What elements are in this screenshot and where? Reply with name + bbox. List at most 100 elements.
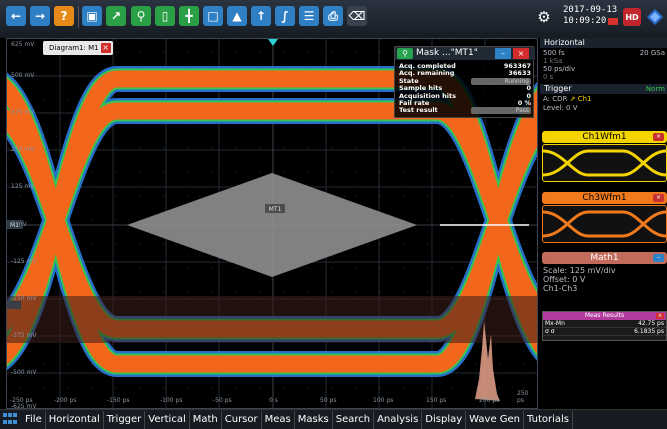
open-folder-icon[interactable]: ▣ (82, 6, 102, 26)
sample-rate-value: 20 GSa (639, 49, 665, 57)
meas-results-title: Meas Results × (543, 312, 666, 320)
ch3-waveform-label: Ch3Wfm1 (582, 193, 627, 203)
trigger-source-label: A: CDR (543, 95, 568, 103)
meas-row-value: 6.1835 ps (634, 328, 664, 335)
print-icon[interactable]: ⎙ (323, 6, 343, 26)
trigger-level: Level: 0 V (543, 104, 578, 112)
autoscale-icon[interactable]: ↗ (106, 6, 126, 26)
ch1-waveform-label: Ch1Wfm1 (582, 132, 627, 142)
menu-wave-gen[interactable]: Wave Gen (466, 410, 525, 429)
record-length-value: 1 kSa (543, 57, 563, 65)
mask-row-label: Test result (399, 106, 438, 115)
settings-gear-icon[interactable]: ⚙ (536, 8, 552, 26)
math1-title[interactable]: Math1 – (542, 252, 667, 264)
apps-grid-icon[interactable] (3, 412, 19, 427)
marker-icon[interactable]: ↑ (251, 6, 271, 26)
fft-icon[interactable]: ∫ (275, 6, 295, 26)
signal-bar: Horizontal 500 fs 20 GSa 1 kSa 50 ps/div… (540, 38, 667, 409)
y-axis-label: -375 mV (11, 332, 37, 339)
x-axis-label: -200 ps (54, 397, 77, 404)
menu-search[interactable]: Search (333, 410, 375, 429)
diagram-close-icon[interactable]: × (100, 43, 111, 53)
position-value: 0 s (543, 73, 554, 81)
y-axis-label: 500 mV (11, 72, 35, 79)
minimize-button[interactable]: – (495, 48, 511, 59)
mask-row-value: 36633 (508, 69, 531, 78)
meas-row-value: 42.75 ps (637, 320, 664, 327)
trigger-mode: Norm (645, 85, 665, 93)
meas-close-icon[interactable]: × (656, 313, 664, 319)
menu-vertical[interactable]: Vertical (145, 410, 190, 429)
y-axis-label: 625 mV (11, 41, 35, 48)
help-icon[interactable]: ? (54, 6, 74, 26)
histogram-band (7, 296, 537, 343)
trigger-source: A: CDR ⇗ Ch1 (543, 95, 592, 103)
diagram-tab[interactable]: Diagram1: M1 × (43, 41, 113, 55)
x-axis-label: -100 ps (160, 397, 183, 404)
zoom-window-icon[interactable]: □ (203, 6, 223, 26)
forward-icon[interactable]: → (30, 6, 50, 26)
x-axis-label: 250 ps (517, 390, 529, 404)
x-axis-label: -50 ps (213, 397, 232, 404)
chart-icon[interactable]: ▲ (227, 6, 247, 26)
meas-results-box[interactable]: Meas Results × Mx-Mn 42.75 ps σ σ 6.1835… (542, 311, 667, 341)
menu-bar: File Horizontal Trigger Vertical Math Cursor M… (0, 409, 667, 429)
mask-window-title: Mask ..."MT1" (416, 48, 478, 58)
hd-mode-button[interactable]: HD (623, 8, 641, 26)
menu-horizontal[interactable]: Horizontal (46, 410, 104, 429)
menu-trigger[interactable]: Trigger (104, 410, 146, 429)
y-axis-label: 125 mV (11, 183, 35, 190)
y-axis-label: -500 mV (11, 369, 37, 376)
histogram-icon[interactable]: ▯ (155, 6, 175, 26)
y-axis-label: -250 mV (11, 295, 37, 302)
menu-display[interactable]: Display (422, 410, 467, 429)
resolution-value: 500 fs (543, 49, 565, 57)
horizontal-header[interactable]: Horizontal (540, 38, 667, 48)
mask-search-icon: ⚲ (397, 48, 413, 59)
ch3-waveform-title[interactable]: Ch3Wfm1 × (542, 192, 667, 204)
menu-tutorials[interactable]: Tutorials (524, 410, 574, 429)
back-icon[interactable]: ← (6, 6, 26, 26)
ch3-close-icon[interactable]: × (653, 194, 664, 202)
toolbar-separator (78, 6, 79, 28)
menu-file[interactable]: File (22, 410, 46, 429)
diagram-tab-label: Diagram1: M1 (49, 44, 99, 52)
mask-status-badge: Running (471, 77, 531, 85)
mask-window-titlebar[interactable]: ⚲ Mask ..."MT1" – × (395, 47, 535, 60)
ch1-thumbnail[interactable] (542, 144, 667, 182)
ch3-thumbnail[interactable] (542, 205, 667, 243)
y-axis-label: -125 mV (11, 258, 37, 265)
math1-minimize-icon[interactable]: – (653, 254, 664, 262)
meas-results-title-label: Meas Results (584, 312, 625, 319)
x-axis-label: -150 ps (107, 397, 130, 404)
rohde-schwarz-logo-icon[interactable] (645, 7, 665, 27)
reference-tag (7, 301, 21, 309)
ch1-close-icon[interactable]: × (653, 133, 664, 141)
rising-edge-icon: ⇗ (569, 95, 576, 103)
meas-row: σ σ 6.1835 ps (543, 328, 666, 336)
mask-results-window[interactable]: ⚲ Mask ..."MT1" – × Acq. completed 963367… (394, 46, 535, 118)
toolbar: ← → ? ▣ ↗ ⚲ ▯ ╋ □ ▲ ↑ ∫ ☰ ⎙ ⌫ ⚙ 2017-09-… (0, 0, 667, 38)
close-button[interactable]: × (513, 48, 529, 59)
trigger-title: Trigger (544, 84, 572, 93)
math-offset: Offset: 0 V (543, 275, 586, 284)
menu-analysis[interactable]: Analysis (374, 410, 423, 429)
date-time-display: 2017-09-13 10:09:20 (563, 5, 629, 27)
menu-cursor[interactable]: Cursor (222, 410, 262, 429)
x-axis-label: 200 ps (479, 397, 500, 404)
time-scale-value: 50 ps/div (543, 65, 576, 73)
time-text: 10:09:20 (563, 16, 607, 26)
zoom-icon[interactable]: ⚲ (131, 6, 151, 26)
ch1-waveform-title[interactable]: Ch1Wfm1 × (542, 131, 667, 143)
y-axis-label: 0 mV (11, 221, 27, 228)
delete-icon[interactable]: ⌫ (347, 6, 367, 26)
cursor-grid-icon[interactable]: ╋ (179, 6, 199, 26)
x-axis-label: 100 ps (373, 397, 394, 404)
math1-label: Math1 (590, 253, 619, 263)
menu-math[interactable]: Math (190, 410, 222, 429)
history-icon[interactable]: ☰ (299, 6, 319, 26)
menu-masks[interactable]: Masks (295, 410, 333, 429)
y-axis-label: 375 mV (11, 109, 35, 116)
menu-meas[interactable]: Meas (262, 410, 295, 429)
x-axis-label: -250 ps (10, 397, 33, 404)
